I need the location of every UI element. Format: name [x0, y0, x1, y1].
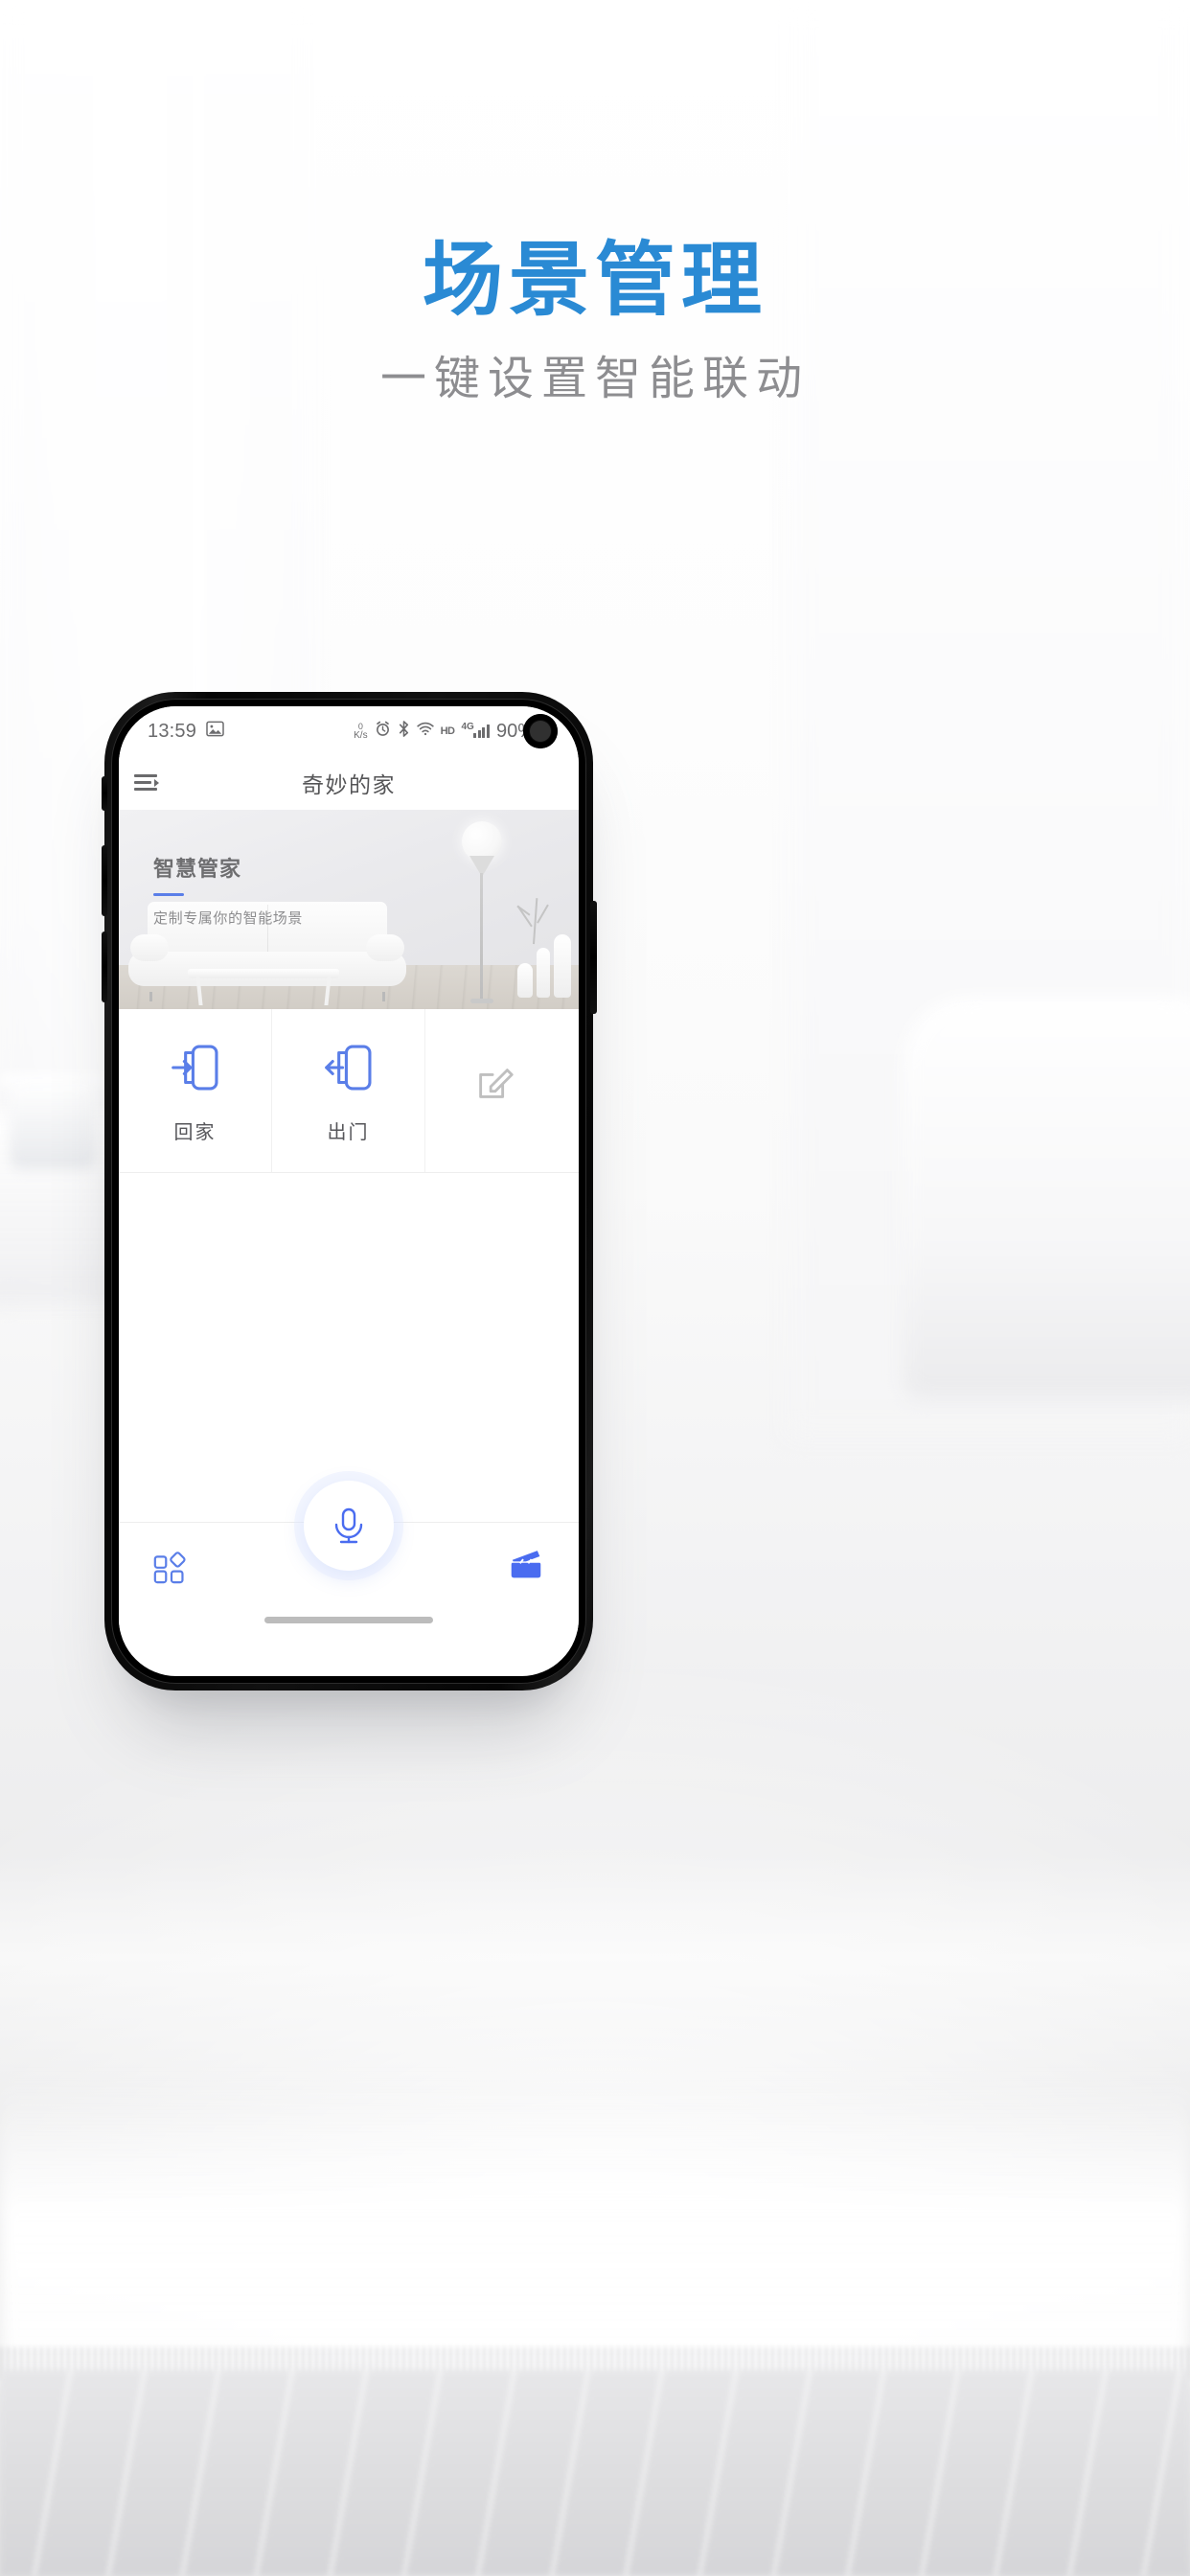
network-speed-indicator: 0 K/s	[354, 722, 368, 741]
promo-headline-block: 场景管理 一键设置智能联动	[0, 240, 1190, 402]
door-enter-icon	[166, 1038, 225, 1097]
front-camera-icon	[523, 714, 558, 748]
signal-bars	[473, 724, 490, 738]
menu-icon[interactable]	[134, 774, 159, 792]
banner-card[interactable]: 智慧管家 定制专属你的智能场景	[119, 810, 579, 1009]
background-carpet	[0, 2078, 1190, 2384]
image-icon	[206, 721, 224, 743]
table-top	[188, 969, 339, 978]
banner-subtext: 定制专属你的智能场景	[153, 910, 304, 927]
sofa-leg-left	[149, 992, 152, 1001]
edit-square-icon	[472, 1061, 532, 1120]
phone-screen: 13:59 0 K/s HD 4G 90% 奇妙的家 智慧管家 定制专属你的智能…	[119, 706, 579, 1676]
home-indicator[interactable]	[264, 1617, 433, 1623]
scene-label-leave-home: 出门	[327, 1121, 370, 1143]
scene-item-leave-home[interactable]: 出门	[272, 1009, 425, 1172]
vase-medium	[537, 948, 550, 998]
scene-item-go-home[interactable]: 回家	[119, 1009, 272, 1172]
voice-assistant-button[interactable]	[304, 1481, 394, 1571]
cellular-signal-icon: 4G	[461, 722, 490, 738]
scene-list-empty-area	[119, 1173, 579, 1522]
phone-side-button-top[interactable]	[102, 776, 107, 811]
grid-apps-icon[interactable]	[151, 1544, 192, 1584]
banner-heading: 智慧管家	[153, 857, 242, 881]
banner-coffee-table	[188, 969, 339, 1005]
lamp-base	[470, 999, 493, 1003]
scene-grid: 回家 出门	[119, 1009, 579, 1173]
network-speed-unit: K/s	[354, 729, 368, 741]
table-leg-left	[195, 977, 203, 1005]
page-title: 奇妙的家	[302, 772, 396, 797]
promo-title: 场景管理	[422, 235, 767, 325]
bottom-navigation-bar	[119, 1481, 579, 1605]
menu-bar-3	[134, 788, 157, 791]
sofa-arm-left	[130, 934, 169, 961]
promo-subtitle: 一键设置智能联动	[379, 354, 810, 404]
clapperboard-icon[interactable]	[506, 1544, 546, 1584]
phone-power-button[interactable]	[590, 901, 597, 1014]
background-sofa	[903, 997, 1190, 1399]
phone-mockup: 13:59 0 K/s HD 4G 90% 奇妙的家 智慧管家 定制专属你的智能…	[102, 692, 597, 1690]
vase-small	[517, 963, 533, 998]
network-type-label: 4G	[461, 722, 474, 732]
scene-item-edit[interactable]	[425, 1009, 579, 1172]
lamp-pole	[480, 873, 483, 1000]
hd-voice-icon: HD	[440, 725, 455, 737]
bluetooth-icon	[398, 720, 410, 743]
wifi-icon	[416, 721, 434, 742]
status-bar-left: 13:59	[148, 721, 224, 743]
background-glassware	[10, 1083, 96, 1169]
banner-floor-lamp	[454, 821, 510, 1003]
banner-text-block: 智慧管家 定制专属你的智能场景	[153, 852, 303, 928]
menu-bar-1	[134, 774, 157, 777]
alarm-icon	[375, 721, 391, 743]
sofa-leg-right	[382, 992, 385, 1001]
door-exit-icon	[319, 1038, 378, 1097]
banner-branch	[508, 894, 563, 945]
status-bar: 13:59 0 K/s HD 4G 90%	[119, 706, 579, 756]
microphone-icon	[328, 1505, 370, 1547]
home-indicator-area	[119, 1605, 579, 1632]
background-wood-floor	[0, 2370, 1190, 2576]
scene-label-go-home: 回家	[173, 1121, 217, 1143]
status-time: 13:59	[148, 720, 197, 742]
phone-volume-up-button[interactable]	[102, 845, 107, 916]
app-header: 奇妙的家	[119, 756, 579, 810]
banner-accent-rule	[153, 893, 184, 896]
phone-volume-down-button[interactable]	[102, 932, 107, 1002]
menu-bar-2	[134, 781, 151, 784]
table-leg-right	[324, 977, 332, 1005]
menu-caret-icon	[154, 779, 159, 787]
sofa-arm-right	[366, 934, 404, 961]
